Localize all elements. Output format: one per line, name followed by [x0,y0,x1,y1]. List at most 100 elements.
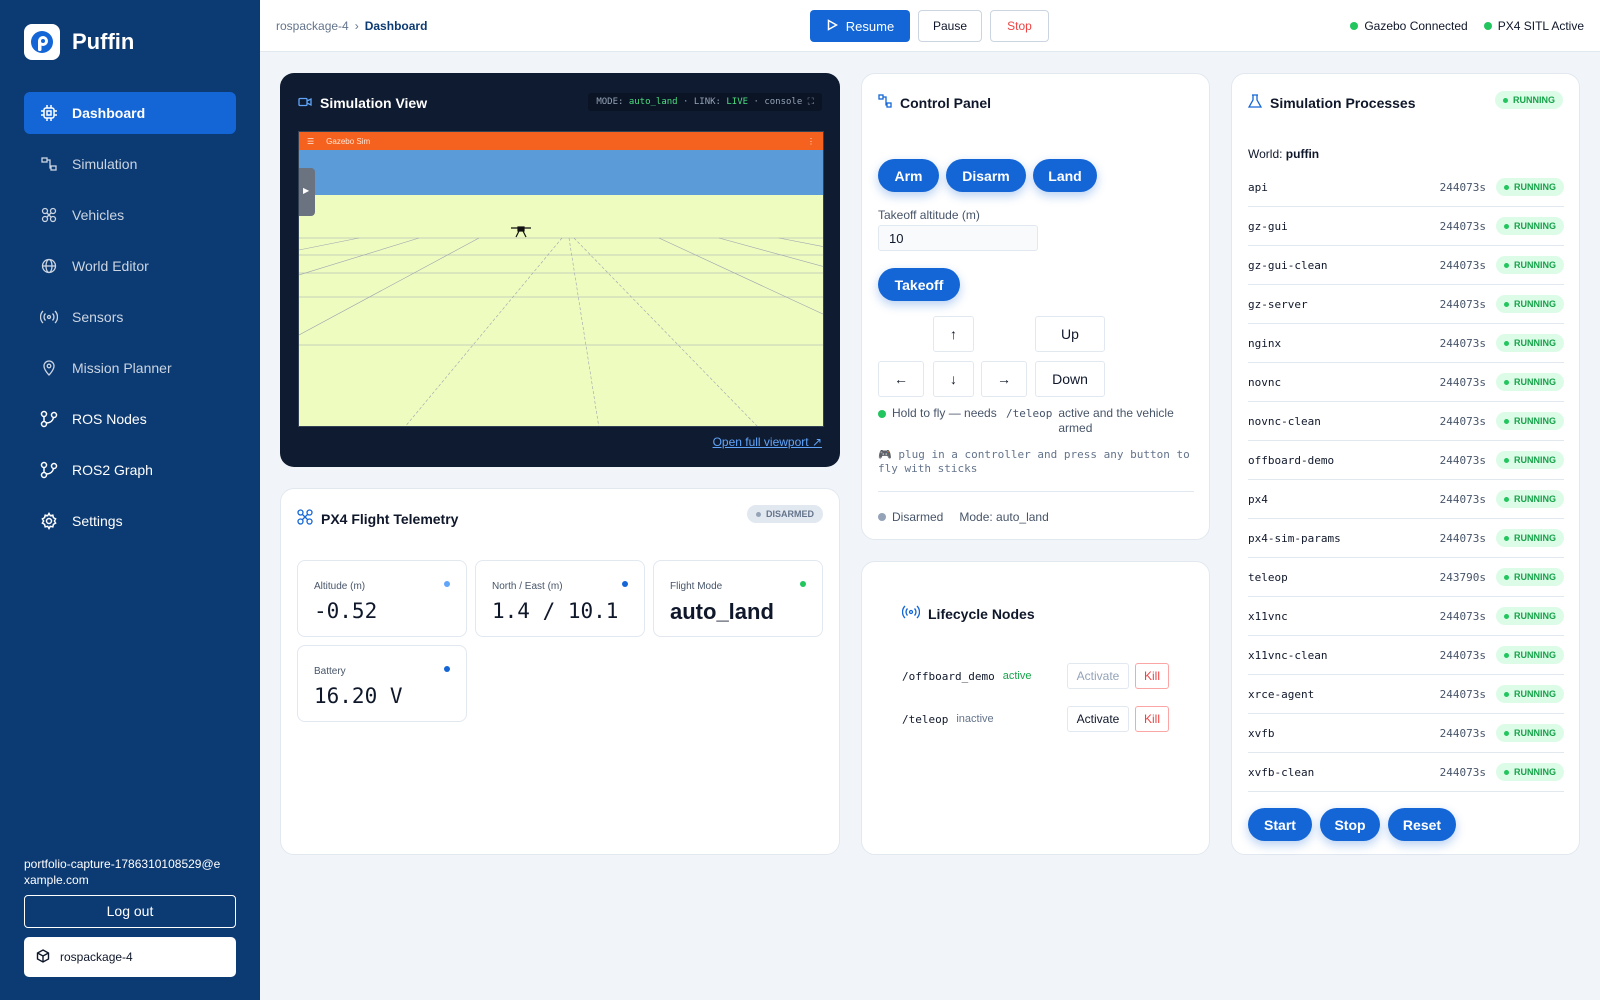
process-row: xrce-agent 244073s RUNNING [1248,675,1564,714]
start-button[interactable]: Start [1248,808,1312,841]
process-status-badge: RUNNING [1496,490,1564,508]
activate-button[interactable]: Activate [1067,706,1129,732]
sidebar-item-label: Dashboard [72,105,146,121]
sidebar-item-world-editor[interactable]: World Editor [24,245,236,287]
sidebar-item-ros2-graph[interactable]: ROS2 Graph [24,449,236,491]
sidebar-item-mission-planner[interactable]: Mission Planner [24,347,236,389]
stop-button[interactable]: Stop [990,10,1049,42]
process-name: nginx [1248,336,1282,350]
process-status-badge: RUNNING [1496,334,1564,352]
stop-all-button[interactable]: Stop [1320,808,1380,841]
logout-button[interactable]: Log out [24,895,236,928]
breadcrumb-parent[interactable]: rospackage-4 [276,19,349,33]
status-dot [1504,301,1509,307]
status-dot [1504,418,1509,424]
process-row: gz-server 244073s RUNNING [1248,285,1564,324]
resume-button[interactable]: Resume [810,10,910,42]
status-dot [878,513,886,521]
processes-title: Simulation Processes [1247,94,1416,112]
hint-code: /teleop [1006,407,1053,420]
process-uptime: 244073s [1439,609,1486,623]
arm-button[interactable]: Arm [878,159,939,192]
gazebo-viewport[interactable]: ☰ Gazebo Sim ⋮ ▶ [298,131,824,427]
takeoff-altitude-input[interactable] [878,225,1038,251]
kill-button[interactable]: Kill [1135,706,1169,732]
status-dot [1504,535,1509,541]
takeoff-altitude-label: Takeoff altitude (m) [878,208,980,222]
backward-button[interactable]: ↓ [933,361,974,397]
link-prefix: · LINK: [683,97,721,107]
process-status-badge: RUNNING [1496,646,1564,664]
process-status-text: RUNNING [1514,689,1556,699]
process-uptime: 244073s [1439,531,1486,545]
process-uptime: 244073s [1439,726,1486,740]
forward-button[interactable]: ↑ [933,316,974,352]
process-uptime: 244073s [1439,492,1486,506]
node-name: /offboard_demo [902,669,995,683]
telemetry-card: PX4 Flight Telemetry DISARMED Altitude (… [280,488,840,855]
left-button[interactable]: ← [878,361,924,397]
sidebar-nav: Dashboard Simulation Vehicles World Edit… [24,92,236,551]
viewport-tools[interactable]: ▶ [299,168,315,216]
menu-icon[interactable]: ☰ [307,137,314,146]
process-uptime: 243790s [1439,570,1486,584]
land-button[interactable]: Land [1033,159,1097,192]
node-state: inactive [956,713,994,725]
console-toggle[interactable]: · console ⛶ [754,97,815,107]
tile-dot [444,581,450,587]
armed-status-text: DISARMED [765,509,814,519]
tile-value: 16.20 V [314,684,403,708]
process-uptime: 244073s [1439,336,1486,350]
brand[interactable]: Puffin [24,24,134,60]
viewport-ground [299,195,823,426]
simulation-view-title: Simulation View [298,95,427,111]
kill-button[interactable]: Kill [1135,663,1169,689]
lifecycle-nodes-card: Lifecycle Nodes /offboard_demo active Ac… [861,561,1210,855]
sidebar-item-sensors[interactable]: Sensors [24,296,236,338]
reset-button[interactable]: Reset [1388,808,1456,841]
process-uptime: 244073s [1439,453,1486,467]
process-name: novnc [1248,375,1282,389]
process-status-text: RUNNING [1514,572,1556,582]
project-selector[interactable]: rospackage-4 [24,937,236,977]
play-icon[interactable]: ▶ [303,186,309,195]
status-dot [1504,730,1509,736]
px4-status: PX4 SITL Active [1483,19,1584,33]
process-status-badge: RUNNING [1496,295,1564,313]
status-dot [1504,379,1509,385]
sidebar-item-simulation[interactable]: Simulation [24,143,236,185]
flight-mode-text: Mode: auto_land [959,510,1049,524]
right-button[interactable]: → [981,361,1027,397]
process-status-text: RUNNING [1514,455,1556,465]
status-dot [1504,340,1509,346]
sidebar-item-ros-nodes[interactable]: ROS Nodes [24,398,236,440]
process-name: gz-server [1248,297,1308,311]
sidebar-item-settings[interactable]: Settings [24,500,236,542]
process-name: xvfb-clean [1248,765,1315,779]
process-status-text: RUNNING [1514,728,1556,738]
activate-button[interactable]: Activate [1067,663,1129,689]
world-label: World: [1248,147,1283,161]
sidebar-item-label: Settings [72,513,123,529]
open-full-viewport-link[interactable]: Open full viewport ↗ [713,435,822,449]
sidebar-item-dashboard[interactable]: Dashboard [24,92,236,134]
telemetry-title-text: PX4 Flight Telemetry [321,510,459,527]
descend-button[interactable]: Down [1035,361,1105,397]
sidebar-item-vehicles[interactable]: Vehicles [24,194,236,236]
world-info: World: puffin [1248,147,1319,161]
telemetry-title: PX4 Flight Telemetry [297,509,458,528]
process-status-text: RUNNING [1514,338,1556,348]
process-status-text: RUNNING [1514,260,1556,270]
takeoff-button[interactable]: Takeoff [878,268,960,301]
status-dot [1483,22,1492,30]
process-name: gz-gui [1248,219,1288,233]
ascend-button[interactable]: Up [1035,316,1105,352]
simulation-icon [40,155,58,173]
more-vert-icon[interactable]: ⋮ [807,137,815,146]
sim-controls: Resume Pause Stop [810,10,1049,42]
process-list: api 244073s RUNNING gz-gui 244073s RUNNING gz-… [1248,168,1564,792]
disarm-button[interactable]: Disarm [946,159,1026,192]
breadcrumb: rospackage-4 › Dashboard [276,19,427,33]
node-name: /teleop [902,712,949,726]
pause-button[interactable]: Pause [918,10,982,42]
